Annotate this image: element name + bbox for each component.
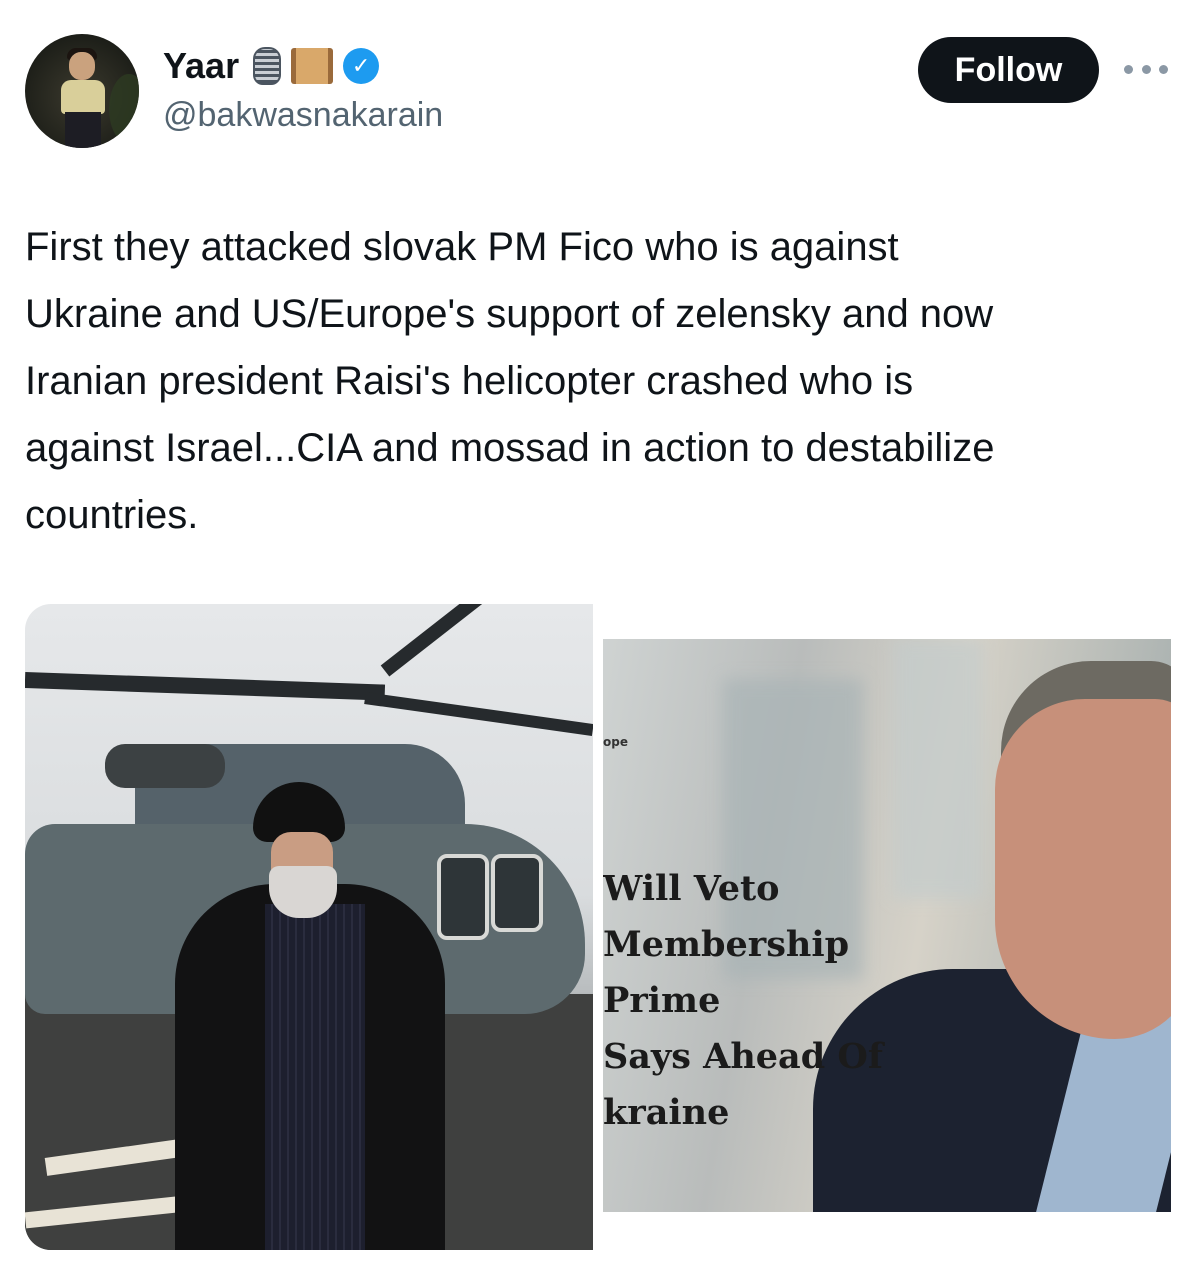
tweet-media[interactable]: ope Will Veto Membership Prime Says Ahea… [25, 604, 1171, 1252]
news-corner-label: ope [603, 735, 628, 749]
media-image-news[interactable]: ope Will Veto Membership Prime Says Ahea… [603, 639, 1171, 1212]
person-tunic [265, 904, 365, 1250]
follow-button[interactable]: Follow [918, 37, 1099, 103]
headline-line: Membership [603, 924, 850, 965]
background-blur [893, 639, 983, 899]
rotor-blade [364, 692, 593, 736]
headline-line: Prime [603, 980, 721, 1021]
person-face [995, 699, 1171, 1039]
rotor-blade [380, 604, 532, 677]
verified-badge-icon: ✓ [343, 48, 380, 84]
avatar-legs [65, 112, 101, 148]
media-image-helicopter[interactable] [25, 604, 593, 1250]
helicopter-window [437, 854, 489, 940]
avatar-background [109, 74, 139, 144]
tweet-text: First they attacked slovak PM Fico who i… [25, 225, 995, 537]
avatar-face [69, 52, 95, 80]
headline-line: kraine [603, 1092, 730, 1133]
author-avatar[interactable] [25, 34, 139, 148]
helicopter-exhaust [105, 744, 225, 788]
person-beard [269, 866, 337, 918]
avatar-shirt [61, 80, 105, 114]
scroll-icon [291, 48, 334, 84]
helicopter-window [491, 854, 543, 932]
author-handle[interactable]: @bakwasnakarain [163, 96, 443, 135]
author-name-row[interactable]: Yaar ✓ [163, 44, 380, 88]
headline-line: Says Ahead Of [603, 1036, 883, 1077]
rotor-blade [25, 672, 386, 701]
studio-microphone-icon [253, 47, 282, 85]
headline-line: Will Veto [603, 868, 780, 909]
more-horizontal-icon[interactable] [1124, 56, 1168, 82]
author-display-name[interactable]: Yaar [163, 45, 239, 87]
news-headline: Will Veto Membership Prime Says Ahead Of… [603, 861, 903, 1141]
